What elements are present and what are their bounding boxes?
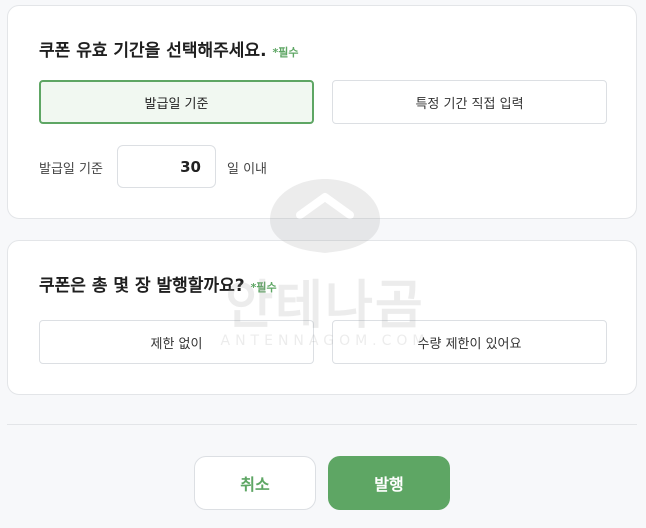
required-mark: *필수 bbox=[250, 281, 277, 294]
days-prefix-label: 발급일 기준 bbox=[39, 162, 103, 177]
quantity-title-text: 쿠폰은 총 몇 장 발행할까요? bbox=[39, 276, 245, 296]
days-input[interactable] bbox=[117, 145, 216, 188]
quantity-title: 쿠폰은 총 몇 장 발행할까요? *필수 bbox=[39, 271, 277, 296]
option-limited-quantity[interactable]: 수량 제한이 있어요 bbox=[332, 320, 607, 364]
option-custom-period-label: 특정 기간 직접 입력 bbox=[415, 96, 524, 112]
quantity-section: 쿠폰은 총 몇 장 발행할까요? *필수 제한 없이 수량 제한이 있어요 bbox=[7, 240, 637, 395]
option-limited-quantity-label: 수량 제한이 있어요 bbox=[417, 336, 522, 352]
validity-section: 쿠폰 유효 기간을 선택해주세요. *필수 발급일 기준 특정 기간 직접 입력… bbox=[7, 5, 637, 219]
option-custom-period[interactable]: 특정 기간 직접 입력 bbox=[332, 80, 607, 124]
cancel-button[interactable]: 취소 bbox=[194, 456, 316, 510]
issue-button[interactable]: 발행 bbox=[328, 456, 450, 510]
validity-title-text: 쿠폰 유효 기간을 선택해주세요. bbox=[39, 41, 267, 61]
footer-divider bbox=[7, 424, 637, 425]
days-suffix-label: 일 이내 bbox=[227, 162, 268, 177]
option-unlimited[interactable]: 제한 없이 bbox=[39, 320, 314, 364]
required-mark: *필수 bbox=[272, 46, 299, 59]
option-unlimited-label: 제한 없이 bbox=[150, 336, 203, 352]
option-issue-date-basis[interactable]: 발급일 기준 bbox=[39, 80, 314, 124]
option-issue-date-basis-label: 발급일 기준 bbox=[144, 96, 209, 112]
validity-title: 쿠폰 유효 기간을 선택해주세요. *필수 bbox=[39, 36, 299, 61]
